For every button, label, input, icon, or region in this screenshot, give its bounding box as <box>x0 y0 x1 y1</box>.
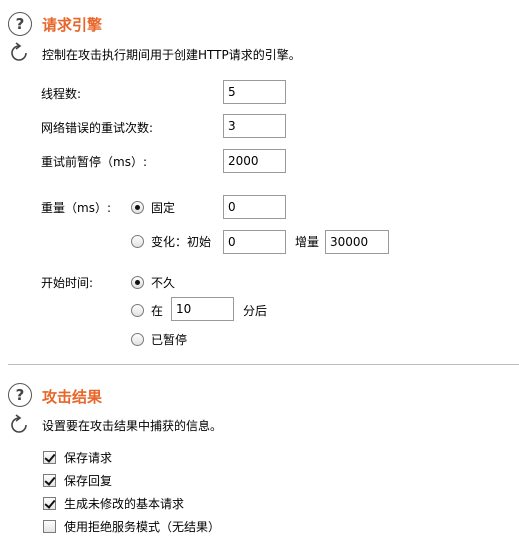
start-in-minutes-input[interactable] <box>171 297 234 321</box>
start-paused-radio[interactable] <box>131 333 144 346</box>
start-time-label: 开始时间: <box>41 276 94 290</box>
start-in-radio[interactable] <box>131 304 144 317</box>
start-in-unit-label: 分后 <box>243 304 268 318</box>
throttle-fixed-label: 固定 <box>151 201 176 215</box>
attack-results-description: 设置要在攻击结果中捕获的信息。 <box>42 419 223 433</box>
help-icon[interactable]: ? <box>8 12 32 36</box>
help-icon[interactable]: ? <box>8 383 32 407</box>
throttle-fixed-radio[interactable] <box>131 201 144 214</box>
start-immediately-label: 不久 <box>151 276 176 290</box>
save-requests-label: 保存请求 <box>64 451 113 465</box>
save-requests-checkbox[interactable] <box>43 451 56 464</box>
save-responses-checkbox[interactable] <box>43 474 56 487</box>
attack-results-title: 攻击结果 <box>42 388 103 406</box>
make-unmodified-baseline-checkbox[interactable] <box>43 497 56 510</box>
start-in-label: 在 <box>151 304 164 318</box>
pause-before-retry-input[interactable] <box>223 149 286 173</box>
start-paused-label: 已暂停 <box>151 333 188 347</box>
retries-input[interactable] <box>223 114 286 138</box>
retries-label: 网络错误的重试次数: <box>41 121 154 135</box>
dos-mode-label: 使用拒绝服务模式（无结果） <box>64 520 221 534</box>
throttle-variable-label: 变化：初始 <box>151 235 212 249</box>
throttle-initial-input[interactable] <box>223 230 286 254</box>
throttle-increment-label: 增量 <box>295 235 320 249</box>
dos-mode-checkbox[interactable] <box>43 520 56 533</box>
start-immediately-radio[interactable] <box>131 276 144 289</box>
request-engine-title: 请求引擎 <box>42 16 103 34</box>
make-unmodified-baseline-label: 生成未修改的基本请求 <box>64 497 185 511</box>
pause-before-retry-label: 重试前暂停（ms）: <box>41 155 147 169</box>
request-engine-description: 控制在攻击执行期间用于创建HTTP请求的引擎。 <box>42 48 301 62</box>
throttle-increment-input[interactable] <box>325 230 389 254</box>
refresh-icon[interactable] <box>8 42 30 64</box>
section-divider <box>8 364 519 365</box>
threads-input[interactable] <box>223 80 286 104</box>
refresh-icon[interactable] <box>8 414 30 436</box>
throttle-variable-radio[interactable] <box>131 235 144 248</box>
save-responses-label: 保存回复 <box>64 474 113 488</box>
throttle-fixed-input[interactable] <box>223 195 286 219</box>
threads-label: 线程数: <box>41 87 82 101</box>
throttle-label: 重量（ms）: <box>41 201 111 215</box>
